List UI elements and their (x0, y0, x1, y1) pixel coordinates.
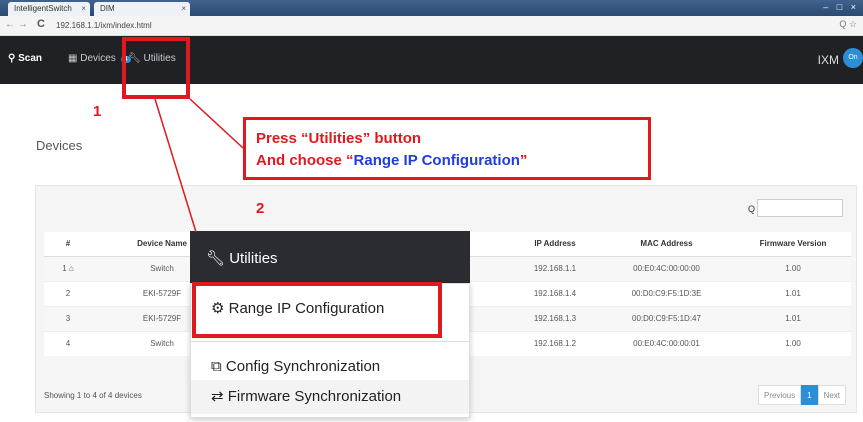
cell-ip: 192.168.1.4 (512, 280, 598, 306)
next-page-button[interactable]: Next (817, 385, 847, 405)
browser-tab-bar: IntelligentSwitch × DIM × – □ × (0, 0, 863, 16)
home-icon: ⌂ (68, 264, 74, 273)
row-number: 1 (62, 264, 67, 273)
callout-highlight: Range IP Configuration (353, 152, 520, 169)
step-number-2: 2 (256, 200, 265, 217)
menu-item-label: Firmware Synchronization (227, 388, 402, 405)
menu-item-firmware-synchronization[interactable]: ⇄ Firmware Synchronization (191, 380, 469, 414)
reload-icon[interactable]: C (37, 18, 45, 30)
cell-mac: 00:E0:4C:00:00:00 (598, 255, 735, 281)
browser-tab[interactable]: IntelligentSwitch × (8, 2, 90, 16)
copy-icon: ⧉ (211, 358, 222, 375)
previous-page-button[interactable]: Previous (758, 385, 802, 405)
highlight-box-range-ip (192, 282, 442, 338)
page-button-current[interactable]: 1 (801, 385, 818, 405)
cell-fw: 1.01 (735, 305, 851, 331)
utilities-dropdown-header[interactable]: 🔧︎ Utilities (190, 231, 470, 283)
column-header[interactable]: MAC Address (598, 232, 735, 257)
close-icon[interactable]: × (181, 4, 186, 13)
instruction-callout: Press “Utilities” button And choose “Ran… (243, 117, 651, 180)
nav-scan[interactable]: ⚲ Scan (8, 53, 42, 64)
cell-fw: 1.00 (735, 255, 851, 281)
address-bar: ← → C 192.168.1.1/ixm/index.html Q ☆ (0, 16, 863, 36)
nav-devices-label: Devices (80, 53, 116, 64)
menu-item-label: Config Synchronization (225, 358, 381, 375)
wrench-icon: 🔧︎ (206, 250, 226, 267)
page-title: Devices (36, 138, 83, 153)
cell-fw: 1.00 (735, 330, 851, 356)
highlight-box-utilities (122, 37, 190, 99)
connector-line (189, 98, 244, 149)
search-icon: ⚲ (8, 53, 16, 64)
nav-scan-label: Scan (18, 53, 43, 64)
column-header[interactable]: Firmware Version (735, 232, 851, 257)
cell-mac: 00:D0:C9:F5:1D:3E (598, 280, 735, 306)
cell-mac: 00:E0:4C:00:00:01 (598, 330, 735, 356)
callout-suffix: ” (519, 152, 528, 169)
cell-ip: 192.168.1.1 (512, 255, 598, 281)
callout-line-1: Press “Utilities” button (256, 130, 422, 147)
column-header[interactable]: # (44, 232, 92, 257)
cell-num: 2 (44, 280, 92, 306)
callout-line-2: And choose “Range IP Configuration” (256, 150, 648, 172)
grid-icon: ▦ (68, 53, 78, 64)
brand-label: IXM (817, 53, 839, 67)
url-field[interactable]: 192.168.1.1/ixm/index.html (52, 19, 822, 33)
table-info: Showing 1 to 4 of 4 devices (44, 391, 142, 400)
swap-arrows-icon: ⇄ (211, 388, 224, 405)
zoom-bookmark-icons[interactable]: Q ☆ (839, 19, 857, 30)
cell-num: 3 (44, 305, 92, 331)
cell-ip: 192.168.1.2 (512, 330, 598, 356)
column-header[interactable]: IP Address (512, 232, 598, 257)
cell-fw: 1.01 (735, 280, 851, 306)
callout-prefix: And choose “ (256, 152, 354, 169)
cell-mac: 00:D0:C9:F5:1D:47 (598, 305, 735, 331)
utilities-header-label: 🔧︎ Utilities (206, 249, 278, 267)
cell-num: 4 (44, 330, 92, 356)
tab-label: DIM (100, 4, 115, 13)
window-controls[interactable]: – □ × (823, 2, 859, 12)
screenshot-root: IntelligentSwitch × DIM × – □ × ← → C 19… (0, 0, 863, 422)
utilities-header-text: Utilities (229, 250, 278, 267)
pagination: Previous 1 Next (758, 385, 847, 405)
cell-num: 1 ⌂ (44, 255, 92, 281)
table-search-input[interactable] (757, 199, 843, 217)
tab-label: IntelligentSwitch (14, 4, 72, 13)
search-icon: Q (748, 204, 756, 214)
close-icon[interactable]: × (81, 4, 86, 13)
menu-divider (191, 341, 469, 342)
user-toggle[interactable]: On (843, 48, 863, 68)
step-number-1: 1 (93, 103, 102, 120)
cell-ip: 192.168.1.3 (512, 305, 598, 331)
menu-item-config-synchronization[interactable]: ⧉ Config Synchronization (191, 350, 469, 384)
back-forward-icon[interactable]: ← → (5, 19, 28, 30)
browser-tab[interactable]: DIM × (94, 2, 190, 16)
